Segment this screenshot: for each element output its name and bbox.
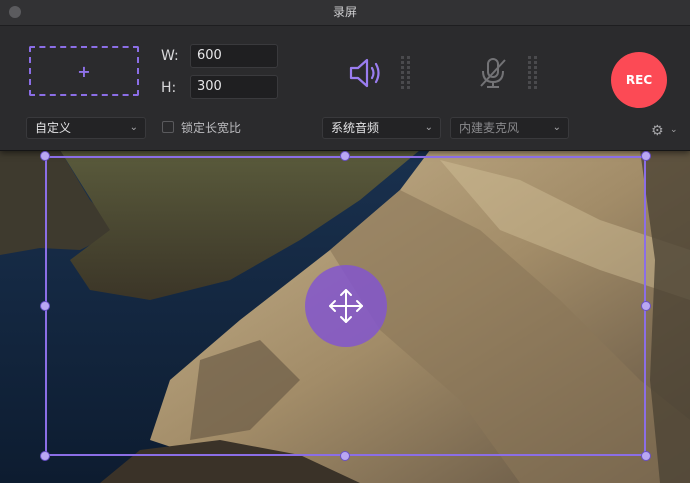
chevron-down-icon: ⌄ bbox=[424, 122, 433, 133]
chevron-down-icon: ⌄ bbox=[552, 122, 561, 133]
area-preset-select[interactable]: 自定义 ⌄ bbox=[26, 117, 146, 139]
window-title: 录屏 bbox=[332, 5, 357, 19]
resize-handle-right[interactable] bbox=[641, 301, 651, 311]
record-label: REC bbox=[625, 73, 653, 87]
chevron-down-icon: ⌄ bbox=[129, 122, 138, 133]
microphone-select[interactable]: 内建麦克风 ⌄ bbox=[450, 117, 569, 139]
width-label: W: bbox=[161, 48, 179, 64]
resize-handle-bottom-left[interactable] bbox=[40, 451, 50, 461]
system-audio-level-meter bbox=[401, 56, 410, 89]
height-label: H: bbox=[161, 80, 177, 96]
aspect-lock-checkbox[interactable] bbox=[162, 121, 174, 133]
resize-handle-left[interactable] bbox=[40, 301, 50, 311]
height-input[interactable]: 300 bbox=[190, 75, 278, 99]
gear-icon[interactable]: ⚙ bbox=[651, 123, 664, 139]
title-bar: 录屏 bbox=[0, 0, 690, 26]
resize-handle-top[interactable] bbox=[340, 151, 350, 161]
select-area-button[interactable]: + bbox=[29, 46, 139, 96]
speaker-icon[interactable] bbox=[348, 56, 384, 90]
resize-handle-bottom[interactable] bbox=[340, 451, 350, 461]
system-audio-select[interactable]: 系统音频 ⌄ bbox=[322, 117, 441, 139]
aspect-lock-label: 锁定长宽比 bbox=[181, 121, 242, 135]
move-frame-button[interactable] bbox=[305, 265, 387, 347]
add-area-icon: + bbox=[77, 61, 91, 81]
microphone-level-meter bbox=[528, 56, 537, 89]
resize-handle-bottom-right[interactable] bbox=[641, 451, 651, 461]
move-arrows-icon bbox=[329, 289, 363, 323]
microphone-muted-icon[interactable] bbox=[477, 56, 509, 90]
resize-handle-top-right[interactable] bbox=[641, 151, 651, 161]
resize-handle-top-left[interactable] bbox=[40, 151, 50, 161]
microphone-value: 内建麦克风 bbox=[459, 121, 520, 135]
recorder-panel: 录屏 + W: 600 H: 300 自定义 ⌄ 锁定长宽比 系统音频 ⌄ 内建… bbox=[0, 0, 690, 151]
record-button[interactable]: REC bbox=[611, 52, 667, 108]
settings-chevron-down-icon[interactable]: ⌄ bbox=[670, 125, 678, 135]
area-preset-value: 自定义 bbox=[35, 121, 72, 135]
width-input[interactable]: 600 bbox=[190, 44, 278, 68]
system-audio-value: 系统音频 bbox=[331, 121, 380, 135]
